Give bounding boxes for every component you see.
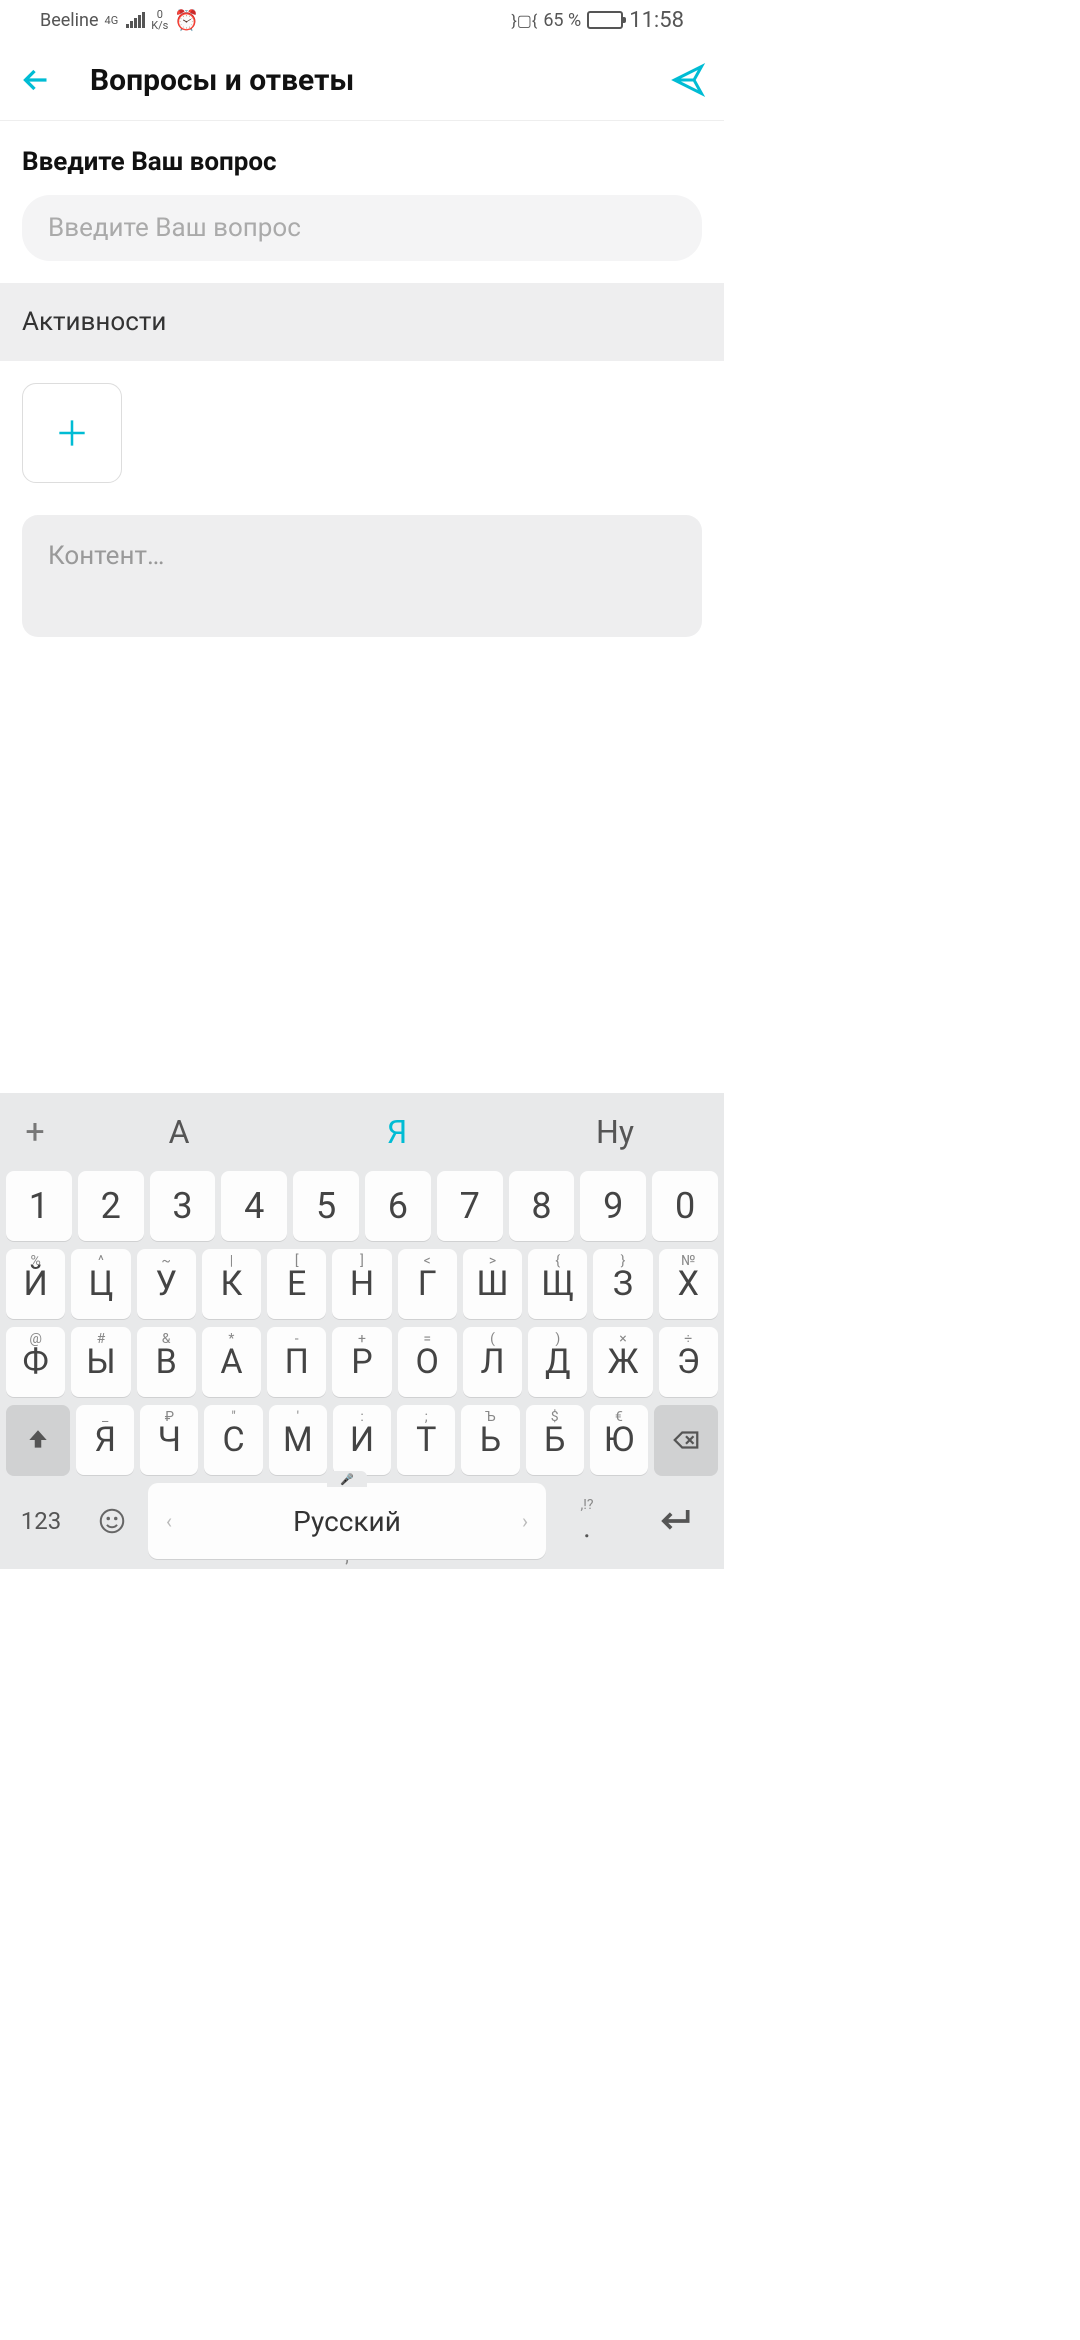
- comma-hint: ,: [345, 1546, 349, 1567]
- key-Э[interactable]: ÷Э: [659, 1327, 718, 1397]
- carrier-label: Beeline: [40, 10, 99, 31]
- key-5[interactable]: 5: [293, 1171, 359, 1241]
- key-Н[interactable]: ]Н: [332, 1249, 391, 1319]
- chevron-right-icon: ›: [522, 1509, 528, 1533]
- key-В[interactable]: &В: [137, 1327, 196, 1397]
- key-6[interactable]: 6: [365, 1171, 431, 1241]
- key-4[interactable]: 4: [221, 1171, 287, 1241]
- key-Я[interactable]: _Я: [76, 1405, 134, 1475]
- network-label: 4G: [105, 14, 119, 27]
- activities-label: Активности: [0, 283, 724, 361]
- key-Ф[interactable]: @Ф: [6, 1327, 65, 1397]
- activities-area: [0, 361, 724, 505]
- back-arrow-icon[interactable]: [18, 62, 54, 98]
- key-Г[interactable]: <Г: [398, 1249, 457, 1319]
- punctuation-key[interactable]: ,!? .: [552, 1483, 622, 1559]
- keyboard-language: Русский: [293, 1505, 401, 1538]
- key-2[interactable]: 2: [78, 1171, 144, 1241]
- key-9[interactable]: 9: [580, 1171, 646, 1241]
- alarm-icon: ⏰: [174, 8, 199, 32]
- key-И[interactable]: :И: [333, 1405, 391, 1475]
- key-А[interactable]: *А: [202, 1327, 261, 1397]
- key-1[interactable]: 1: [6, 1171, 72, 1241]
- suggestion-3[interactable]: Ну: [506, 1113, 724, 1151]
- content-textarea[interactable]: Контент…: [22, 515, 702, 637]
- battery-percent: 65 %: [543, 10, 581, 31]
- key-Ы[interactable]: #Ы: [71, 1327, 130, 1397]
- key-Й[interactable]: %Й: [6, 1249, 65, 1319]
- suggestion-2[interactable]: Я: [288, 1113, 506, 1151]
- key-Д[interactable]: )Д: [528, 1327, 587, 1397]
- key-О[interactable]: =О: [398, 1327, 457, 1397]
- signal-icon: [126, 12, 145, 28]
- key-7[interactable]: 7: [437, 1171, 503, 1241]
- shift-key[interactable]: [6, 1405, 70, 1475]
- data-rate: 0 K/s: [151, 9, 168, 31]
- key-К[interactable]: |К: [202, 1249, 261, 1319]
- send-icon[interactable]: [670, 62, 706, 98]
- suggestion-row: + А Я Ну: [0, 1097, 724, 1167]
- chevron-left-icon: ‹: [166, 1509, 172, 1533]
- key-Т[interactable]: ;Т: [397, 1405, 455, 1475]
- key-Ж[interactable]: ×Ж: [593, 1327, 652, 1397]
- key-8[interactable]: 8: [509, 1171, 575, 1241]
- key-row-bottom: 123 🎤 ‹ Русский › , ,!? .: [0, 1479, 724, 1569]
- status-bar: Beeline 4G 0 K/s ⏰ }▢{ 65 % 11:58: [0, 0, 724, 40]
- add-activity-button[interactable]: [22, 383, 122, 483]
- keyboard-expand-icon[interactable]: +: [0, 1112, 70, 1152]
- key-Ш[interactable]: >Ш: [463, 1249, 522, 1319]
- key-Р[interactable]: +Р: [332, 1327, 391, 1397]
- key-З[interactable]: }З: [593, 1249, 652, 1319]
- key-Ц[interactable]: ^Ц: [71, 1249, 130, 1319]
- enter-key[interactable]: [628, 1483, 718, 1559]
- key-row-3: _Я₽Ч"С'М:И;ТЪЬ$Б€Ю: [0, 1401, 724, 1479]
- suggestion-1[interactable]: А: [70, 1113, 288, 1151]
- app-header: Вопросы и ответы: [0, 40, 724, 121]
- key-row-2: @Ф#Ы&В*А-П+Р=О(Л)Д×Ж÷Э: [0, 1323, 724, 1401]
- key-row-1: %Й^Ц~У|К[Е]Н<Г>Ш{Щ}З№Х: [0, 1245, 724, 1323]
- mode-key[interactable]: 123: [6, 1483, 76, 1559]
- key-Ю[interactable]: €Ю: [590, 1405, 648, 1475]
- vibrate-icon: }▢{: [511, 11, 537, 30]
- key-Б[interactable]: $Б: [526, 1405, 584, 1475]
- question-input[interactable]: [22, 195, 702, 261]
- question-input-wrap: [0, 195, 724, 261]
- key-Х[interactable]: №Х: [659, 1249, 718, 1319]
- key-М[interactable]: 'М: [269, 1405, 327, 1475]
- plus-icon: [53, 414, 91, 452]
- key-Л[interactable]: (Л: [463, 1327, 522, 1397]
- key-С[interactable]: "С: [204, 1405, 262, 1475]
- key-П[interactable]: -П: [267, 1327, 326, 1397]
- data-rate-unit: K/s: [151, 20, 168, 31]
- soft-keyboard: + А Я Ну 1234567890 %Й^Ц~У|К[Е]Н<Г>Ш{Щ}З…: [0, 1093, 724, 1569]
- key-Ь[interactable]: ЪЬ: [461, 1405, 519, 1475]
- key-Щ[interactable]: {Щ: [528, 1249, 587, 1319]
- content-placeholder: Контент…: [48, 541, 164, 571]
- backspace-key[interactable]: [654, 1405, 718, 1475]
- key-0[interactable]: 0: [652, 1171, 718, 1241]
- mic-icon: 🎤: [327, 1471, 367, 1487]
- key-3[interactable]: 3: [150, 1171, 216, 1241]
- key-row-numbers: 1234567890: [0, 1167, 724, 1245]
- emoji-key[interactable]: [82, 1483, 142, 1559]
- clock: 11:58: [629, 8, 684, 33]
- status-right: }▢{ 65 % 11:58: [511, 8, 684, 33]
- status-left: Beeline 4G 0 K/s ⏰: [40, 8, 199, 32]
- page-title: Вопросы и ответы: [90, 63, 670, 98]
- key-Е[interactable]: [Е: [267, 1249, 326, 1319]
- space-key[interactable]: 🎤 ‹ Русский › ,: [148, 1483, 546, 1559]
- key-Ч[interactable]: ₽Ч: [140, 1405, 198, 1475]
- question-label: Введите Ваш вопрос: [0, 121, 724, 195]
- battery-icon: [587, 11, 623, 29]
- key-У[interactable]: ~У: [137, 1249, 196, 1319]
